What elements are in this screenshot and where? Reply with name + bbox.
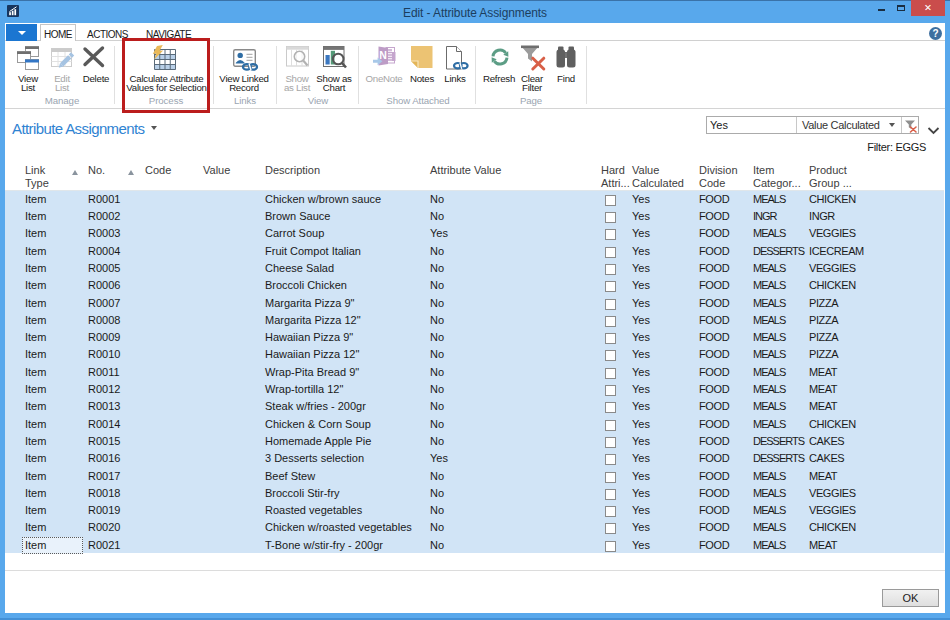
svg-text:N: N: [379, 49, 387, 61]
